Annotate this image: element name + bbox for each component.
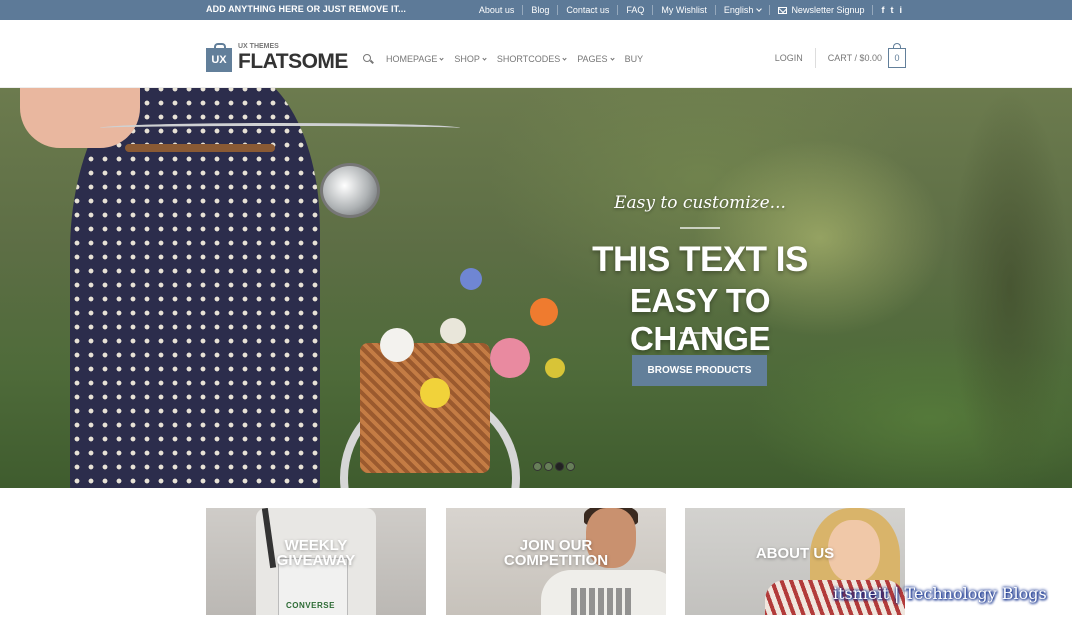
hero-bicycle-handlebar (100, 123, 460, 133)
nav-item-label: PAGES (577, 54, 608, 64)
topbar-promo-text: ADD ANYTHING HERE OR JUST REMOVE IT... (206, 4, 406, 14)
nav-item-pages[interactable]: PAGES (577, 54, 615, 64)
hero-model-arm (20, 88, 140, 148)
slider-dot[interactable] (566, 462, 575, 471)
hero-divider (680, 227, 720, 229)
hero-bicycle-lamp (320, 163, 380, 218)
browse-products-button[interactable]: BROWSE PRODUCTS (632, 355, 767, 386)
nav-item-label: SHORTCODES (496, 54, 561, 64)
topbar-link-contact[interactable]: Contact us (557, 5, 617, 15)
chevron-down-icon (756, 6, 763, 12)
nav-item-buy[interactable]: BUY (625, 54, 644, 64)
logo-bag-icon: UX (206, 43, 232, 72)
chevron-down-icon (562, 56, 567, 61)
slider-dot[interactable] (544, 462, 553, 471)
logo-title: FLATSOME (238, 50, 348, 73)
tile-label-line2: COMPETITION (503, 552, 609, 569)
tile-label: ABOUT US (755, 545, 835, 562)
tile-label-line1: WEEKLY (284, 537, 348, 554)
nav-item-label: SHOP (454, 54, 480, 64)
cart-count-icon[interactable]: 0 (888, 43, 906, 68)
topbar-link-wishlist[interactable]: My Wishlist (652, 5, 715, 15)
slider-dot-active[interactable] (555, 462, 564, 471)
topbar-link-faq[interactable]: FAQ (617, 5, 652, 15)
topbar-link-about[interactable]: About us (471, 5, 523, 15)
slider-dots (533, 462, 575, 471)
newsletter-label: Newsletter Signup (791, 5, 865, 15)
tile-image-print (571, 588, 631, 615)
language-dropdown[interactable]: English (714, 5, 770, 15)
slider-dot[interactable] (533, 462, 542, 471)
nav-item-label: HOMEPAGE (386, 54, 438, 64)
language-label: English (723, 5, 754, 15)
nav-item-homepage[interactable]: HOMEPAGE (386, 54, 444, 64)
tile-label-line2: GIVEAWAY (276, 552, 356, 569)
site-logo[interactable]: UX UX THEMES FLATSOME (206, 43, 348, 72)
chevron-down-icon (439, 56, 444, 61)
chevron-down-icon (609, 56, 615, 61)
chevron-down-icon (482, 56, 487, 61)
hero-tagline: Easy to customize... (614, 193, 786, 213)
nav-item-shortcodes[interactable]: SHORTCODES (496, 54, 567, 64)
cart-link[interactable]: CART / $0.00 (816, 53, 882, 63)
hero-background-foliage (950, 88, 1070, 488)
promo-tiles: CONVERSE WEEKLY GIVEAWAY JOIN OUR COMPET… (0, 488, 1072, 635)
topbar-link-blog[interactable]: Blog (522, 5, 557, 15)
main-header: UX UX THEMES FLATSOME HOMEPAGE SHOP SHOR… (0, 20, 1072, 88)
hero-slider: Easy to customize... THIS TEXT IS EASY T… (0, 88, 1072, 488)
instagram-icon[interactable]: i (899, 5, 902, 15)
logo-subtitle: UX THEMES (238, 43, 279, 50)
mail-icon (778, 7, 788, 14)
newsletter-signup-link[interactable]: Newsletter Signup (769, 5, 872, 15)
tile-weekly-giveaway[interactable]: CONVERSE WEEKLY GIVEAWAY (206, 508, 426, 615)
facebook-icon[interactable]: f (881, 5, 884, 15)
header-account: LOGIN CART / $0.00 0 (775, 43, 906, 68)
topbar-links: About us Blog Contact us FAQ My Wishlist… (471, 0, 902, 20)
social-icons: f t i (872, 5, 902, 15)
tile-label-line1: JOIN OUR (519, 537, 593, 554)
twitter-icon[interactable]: t (890, 5, 893, 15)
top-bar: ADD ANYTHING HERE OR JUST REMOVE IT... A… (0, 0, 1072, 20)
search-icon[interactable] (363, 54, 373, 64)
tile-image-brand: CONVERSE (286, 601, 335, 610)
logo-text: UX THEMES FLATSOME (238, 43, 348, 72)
hero-model-belt (125, 144, 275, 152)
hero-divider (680, 332, 720, 334)
tile-join-competition[interactable]: JOIN OUR COMPETITION (446, 508, 666, 615)
main-nav: HOMEPAGE SHOP SHORTCODES PAGES BUY (363, 54, 654, 64)
hero-title-line1: THIS TEXT IS (592, 240, 808, 279)
nav-item-shop[interactable]: SHOP (454, 54, 487, 64)
login-link[interactable]: LOGIN (775, 48, 816, 68)
hero-title-line2: EASY TO CHANGE (629, 282, 771, 357)
watermark: itsmeit | Technology Blogs (833, 584, 1047, 603)
